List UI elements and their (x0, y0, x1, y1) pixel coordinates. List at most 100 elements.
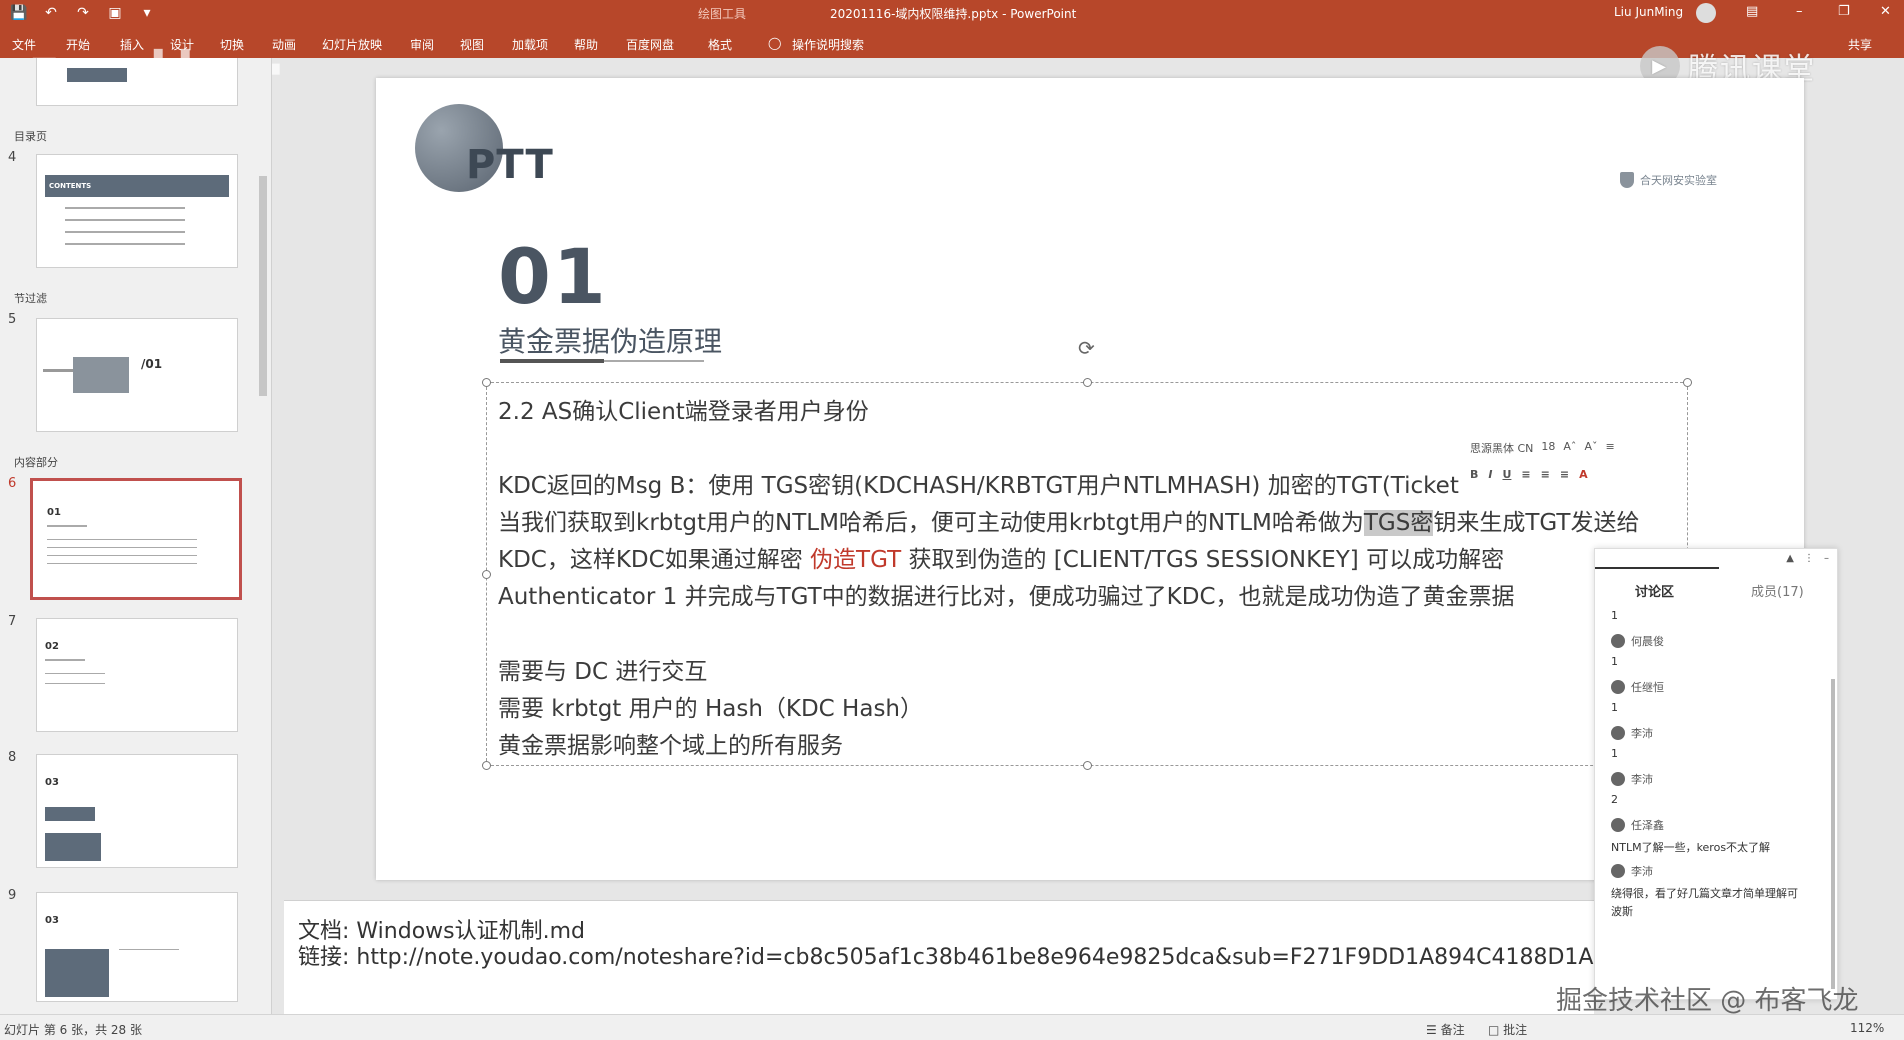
discussion-panel: ▲ ⋮ – 讨论区 成员(17) 1 何晨俊 1 任继恒 1 李沛 1 李沛 2… (1594, 548, 1838, 1000)
thumbnail-slide-3[interactable] (36, 58, 238, 106)
chat-user: 李沛 (1611, 725, 1653, 741)
thumbnail-slide-4[interactable]: CONTENTS (36, 154, 238, 268)
underline-icon[interactable]: U (1502, 468, 1511, 481)
tab-members[interactable]: 成员(17) (1751, 581, 1804, 600)
resize-handle[interactable] (482, 761, 491, 770)
chat-message: 绕得很，看了好几篇文章才简单理解可 (1611, 887, 1798, 900)
chat-user: 任继恒 (1611, 679, 1664, 695)
resize-handle[interactable] (482, 570, 491, 579)
thumbnail-slide-9[interactable]: 03 (36, 892, 238, 1002)
more-icon[interactable]: ⋮ (1804, 553, 1814, 564)
user-name[interactable]: Liu JunMing (1614, 5, 1683, 19)
slide-number-4: 4 (8, 150, 17, 165)
thumbnail-scrollbar[interactable] (258, 68, 268, 998)
tab-slideshow[interactable]: 幻灯片放映 (322, 36, 382, 53)
tab-addins[interactable]: 加载项 (512, 36, 548, 53)
close-icon[interactable]: ✕ (1880, 4, 1891, 19)
text-bullet-line[interactable]: 需要 krbtgt 用户的 Hash（KDC Hash） (498, 689, 923, 723)
section-label-filter[interactable]: 节过滤 (14, 290, 47, 306)
tab-discussion[interactable]: 讨论区 (1635, 581, 1674, 600)
tab-format[interactable]: 格式 (708, 36, 732, 53)
thumbnail-slide-8[interactable]: 03 (36, 754, 238, 868)
chat-message: 2 (1611, 793, 1618, 806)
share-button[interactable]: 共享 (1848, 36, 1872, 53)
thumbnail-slide-6[interactable]: 01 (30, 478, 242, 600)
comments-button[interactable]: □ 批注 (1488, 1021, 1527, 1038)
save-icon[interactable]: 💾 (10, 4, 28, 22)
red-emphasis-text: 伪造TGT (810, 547, 902, 573)
chat-user: 李沛 (1611, 771, 1653, 787)
user-avatar-icon (1611, 864, 1625, 878)
bold-icon[interactable]: B (1470, 468, 1478, 481)
text-paragraph-line[interactable]: KDC，这样KDC如果通过解密 伪造TGT 获取到伪造的 [CLIENT/TGS… (498, 540, 1504, 574)
tab-review[interactable]: 审阅 (410, 36, 434, 53)
chat-user: 李沛 (1611, 863, 1653, 879)
minimize-panel-icon[interactable]: – (1824, 553, 1829, 564)
resize-handle[interactable] (1083, 378, 1092, 387)
notes-button[interactable]: ☰ 备注 (1426, 1021, 1465, 1038)
pin-icon[interactable]: ▲ (1786, 553, 1794, 564)
font-name-field[interactable]: 思源黑体 CN (1470, 440, 1533, 456)
grow-font-icon[interactable]: Aˆ (1563, 440, 1576, 456)
ribbon-display-icon[interactable]: ▤ (1746, 4, 1758, 19)
tell-me-search[interactable]: 操作说明搜索 (792, 36, 864, 53)
slide-number-6: 6 (8, 476, 17, 491)
align-center-icon[interactable]: ≡ (1541, 468, 1550, 481)
undo-icon[interactable]: ↶ (42, 4, 60, 22)
user-avatar-icon (1611, 772, 1625, 786)
discussion-scrollbar[interactable] (1831, 679, 1835, 989)
section-number[interactable]: 01 (498, 232, 608, 321)
resize-handle[interactable] (1683, 378, 1692, 387)
bullets-icon[interactable]: ≡ (1605, 440, 1614, 456)
tab-help[interactable]: 帮助 (574, 36, 598, 53)
chat-message: 1 (1611, 747, 1618, 760)
slide-number-8: 8 (8, 750, 17, 765)
rotate-handle-icon[interactable]: ⟳ (1078, 336, 1100, 360)
shrink-font-icon[interactable]: Aˇ (1584, 440, 1597, 456)
user-avatar-icon (1611, 726, 1625, 740)
notes-link-line[interactable]: 链接: http://note.youdao.com/noteshare?id=… (298, 939, 1651, 971)
avatar[interactable] (1696, 3, 1716, 23)
present-icon[interactable]: ▣ (106, 4, 124, 22)
text-paragraph-line[interactable]: Authenticator 1 并完成与TGT中的数据进行比对，便成功骗过了KD… (498, 577, 1515, 611)
text-paragraph-line[interactable]: KDC返回的Msg B：使用 TGS密钥(KDCHASH/KRBTGT用户NTL… (498, 466, 1459, 500)
lightbulb-icon: ◯ (768, 36, 782, 50)
active-tab-indicator (1595, 567, 1719, 569)
slide-counter: 幻灯片 第 6 张，共 28 张 (4, 1023, 142, 1037)
brand-logo: 合天网安实验室 (1620, 172, 1717, 188)
status-bar: 幻灯片 第 6 张，共 28 张 ☰ 备注 □ 批注 112% (0, 1014, 1904, 1040)
font-size-field[interactable]: 18 (1541, 440, 1555, 456)
thumbnail-slide-7[interactable]: 02 (36, 618, 238, 732)
resize-handle[interactable] (482, 378, 491, 387)
tab-view[interactable]: 视图 (460, 36, 484, 53)
redo-icon[interactable]: ↷ (74, 4, 92, 22)
customize-icon[interactable]: ▾ (138, 4, 156, 22)
text-heading[interactable]: 2.2 AS确认Client端登录者用户身份 (498, 392, 869, 426)
minimize-icon[interactable]: – (1796, 4, 1803, 19)
section-title[interactable]: 黄金票据伪造原理 (498, 320, 722, 360)
quick-access-toolbar: 💾 ↶ ↷ ▣ ▾ (10, 4, 156, 22)
align-left-icon[interactable]: ≡ (1521, 468, 1530, 481)
ptt-logo-text: PTT (466, 142, 554, 188)
font-color-icon[interactable]: A (1579, 468, 1588, 481)
chat-user: 何晨俊 (1611, 633, 1664, 649)
text-paragraph-line[interactable]: 当我们获取到krbtgt用户的NTLM哈希后，便可主动使用krbtgt用户的NT… (498, 503, 1639, 537)
align-right-icon[interactable]: ≡ (1560, 468, 1569, 481)
chat-message: NTLM了解一些，keros不太了解 (1611, 841, 1771, 854)
text-bullet-line[interactable]: 黄金票据影响整个域上的所有服务 (498, 726, 843, 760)
section-label-content[interactable]: 内容部分 (14, 454, 58, 470)
text-bullet-line[interactable]: 需要与 DC 进行交互 (498, 652, 707, 686)
user-avatar-icon (1611, 818, 1625, 832)
chat-message: 1 (1611, 609, 1618, 622)
thumbnail-slide-5[interactable]: /01 (36, 318, 238, 432)
zoom-level[interactable]: 112% (1850, 1021, 1884, 1035)
slide-number-7: 7 (8, 614, 17, 629)
title-bar: 💾 ↶ ↷ ▣ ▾ 绘图工具 20201116-域内权限维持.pptx - Po… (0, 0, 1904, 28)
document-title: 20201116-域内权限维持.pptx - PowerPoint (830, 7, 1077, 21)
notes-pane[interactable]: 文档: Windows认证机制.md 链接: http://note.youda… (284, 900, 1651, 1014)
tab-baidu[interactable]: 百度网盘 (626, 36, 674, 53)
italic-icon[interactable]: I (1488, 468, 1492, 481)
section-label-toc[interactable]: 目录页 (14, 128, 47, 144)
resize-handle[interactable] (1083, 761, 1092, 770)
restore-icon[interactable]: ❐ (1838, 4, 1850, 19)
